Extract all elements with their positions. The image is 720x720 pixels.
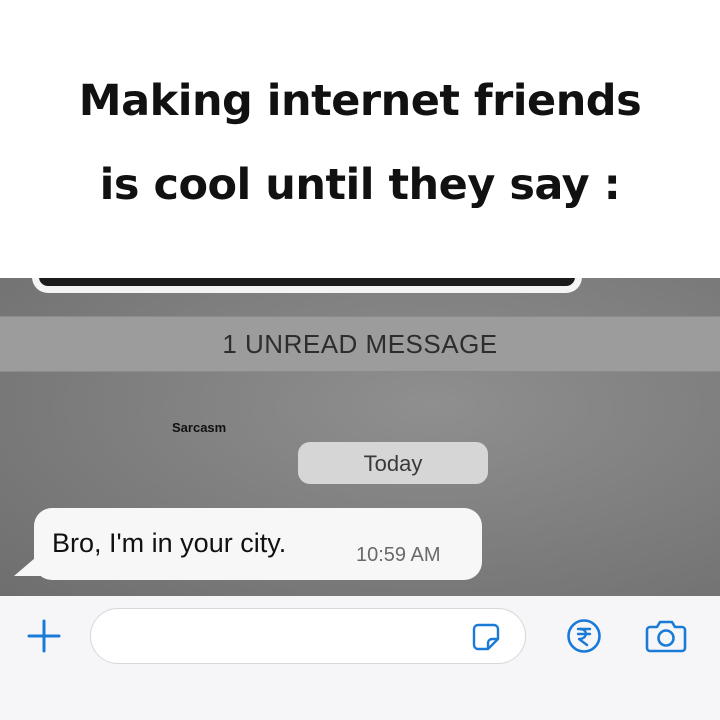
rupee-payment-icon[interactable]	[566, 618, 602, 654]
unread-banner-label: 1 UNREAD MESSAGE	[222, 329, 498, 359]
plus-icon[interactable]	[26, 618, 62, 654]
message-input-bar	[0, 596, 720, 720]
unread-banner: 1 UNREAD MESSAGE	[0, 316, 720, 372]
watermark: Sarcasm	[172, 420, 227, 435]
camera-icon[interactable]	[644, 618, 688, 654]
message-input[interactable]	[90, 608, 526, 664]
sticker-icon[interactable]	[471, 622, 501, 652]
incoming-message-bubble[interactable]: Bro, I'm in your city. 10:59 AM	[34, 508, 482, 580]
date-divider: Today	[298, 442, 488, 484]
date-divider-label: Today	[363, 451, 423, 476]
caption-line-1: Making internet friends	[78, 76, 642, 126]
chat-area[interactable]: 1 UNREAD MESSAGE Sarcasm Today Bro, I'm …	[0, 278, 720, 596]
message-text: Bro, I'm in your city.	[52, 528, 287, 558]
caption-line-2: is cool until they say :	[99, 160, 621, 210]
meme-caption: Making internet friends is cool until th…	[0, 0, 720, 278]
message-timestamp: 10:59 AM	[356, 544, 441, 566]
previous-message-bubble	[32, 278, 582, 293]
